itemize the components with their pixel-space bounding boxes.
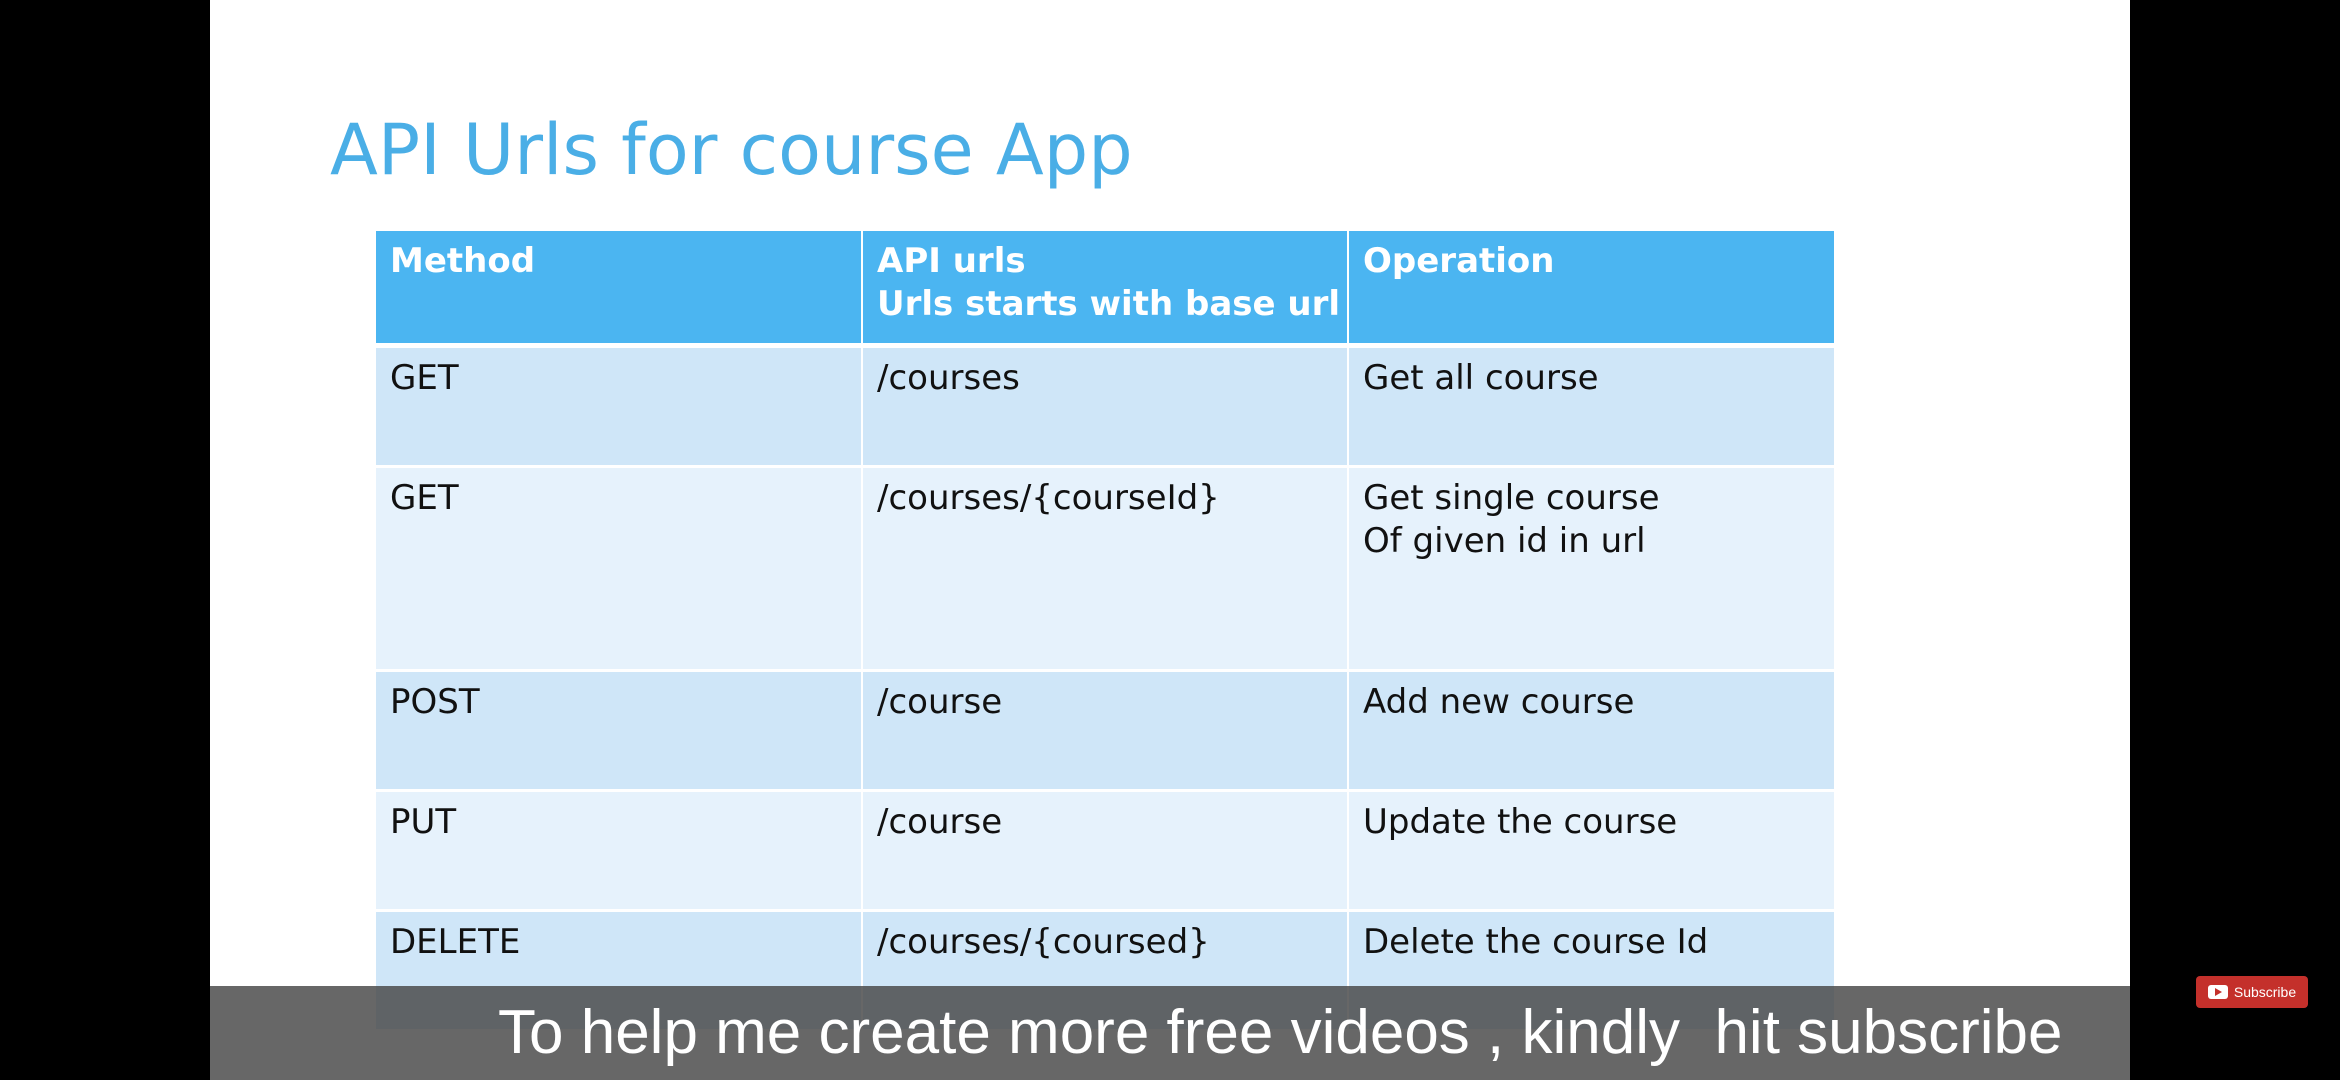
header-operation-label: Operation <box>1363 241 1555 281</box>
operation-cell: Update the course <box>1348 790 1834 912</box>
header-api-urls-label: API urls <box>877 241 1026 281</box>
header-method-label: Method <box>390 241 536 281</box>
operation-text-detail: Of given id in url <box>1363 521 1646 561</box>
subscribe-button[interactable]: Subscribe <box>2196 976 2308 1008</box>
url-cell: /course <box>862 790 1349 912</box>
table-row: POST /course Add new course <box>376 670 1834 792</box>
video-frame: API Urls for course App Method API urls … <box>0 0 2340 1080</box>
operation-text: Add new course <box>1363 682 1635 722</box>
operation-text: Get single course <box>1363 478 1660 518</box>
header-api-urls: API urls Urls starts with base url <box>862 231 1349 348</box>
url-cell: /courses/{courseId} <box>862 466 1349 672</box>
slide-title: API Urls for course App <box>330 109 1133 191</box>
table-row: GET /courses/{courseId} Get single cours… <box>376 466 1834 672</box>
subscribe-label: Subscribe <box>2233 984 2297 1000</box>
table-row: PUT /course Update the course <box>376 790 1834 912</box>
subtitle-text: To help me create more free videos , kin… <box>498 998 2063 1067</box>
table-row: GET /courses Get all course <box>376 345 1834 468</box>
api-urls-table: Method API urls Urls starts with base ur… <box>376 231 1834 1032</box>
table-header-row: Method API urls Urls starts with base ur… <box>376 231 1834 348</box>
method-cell: GET <box>376 466 863 672</box>
header-method: Method <box>376 231 863 348</box>
operation-text: Update the course <box>1363 802 1678 842</box>
operation-text: Get all course <box>1363 358 1599 398</box>
header-operation: Operation <box>1348 231 1834 348</box>
url-cell: /courses <box>862 345 1349 468</box>
operation-cell: Add new course <box>1348 670 1834 792</box>
method-cell: POST <box>376 670 863 792</box>
method-cell: GET <box>376 345 863 468</box>
subtitle-banner: To help me create more free videos , kin… <box>210 986 2130 1080</box>
operation-cell: Get all course <box>1348 345 1834 468</box>
url-cell: /course <box>862 670 1349 792</box>
method-cell: PUT <box>376 790 863 912</box>
header-api-urls-note: Urls starts with base url <box>877 284 1341 324</box>
operation-cell: Get single course Of given id in url <box>1348 466 1834 672</box>
youtube-play-icon <box>2207 985 2228 999</box>
presentation-slide: API Urls for course App Method API urls … <box>210 0 2130 1080</box>
operation-text: Delete the course Id <box>1363 922 1709 962</box>
